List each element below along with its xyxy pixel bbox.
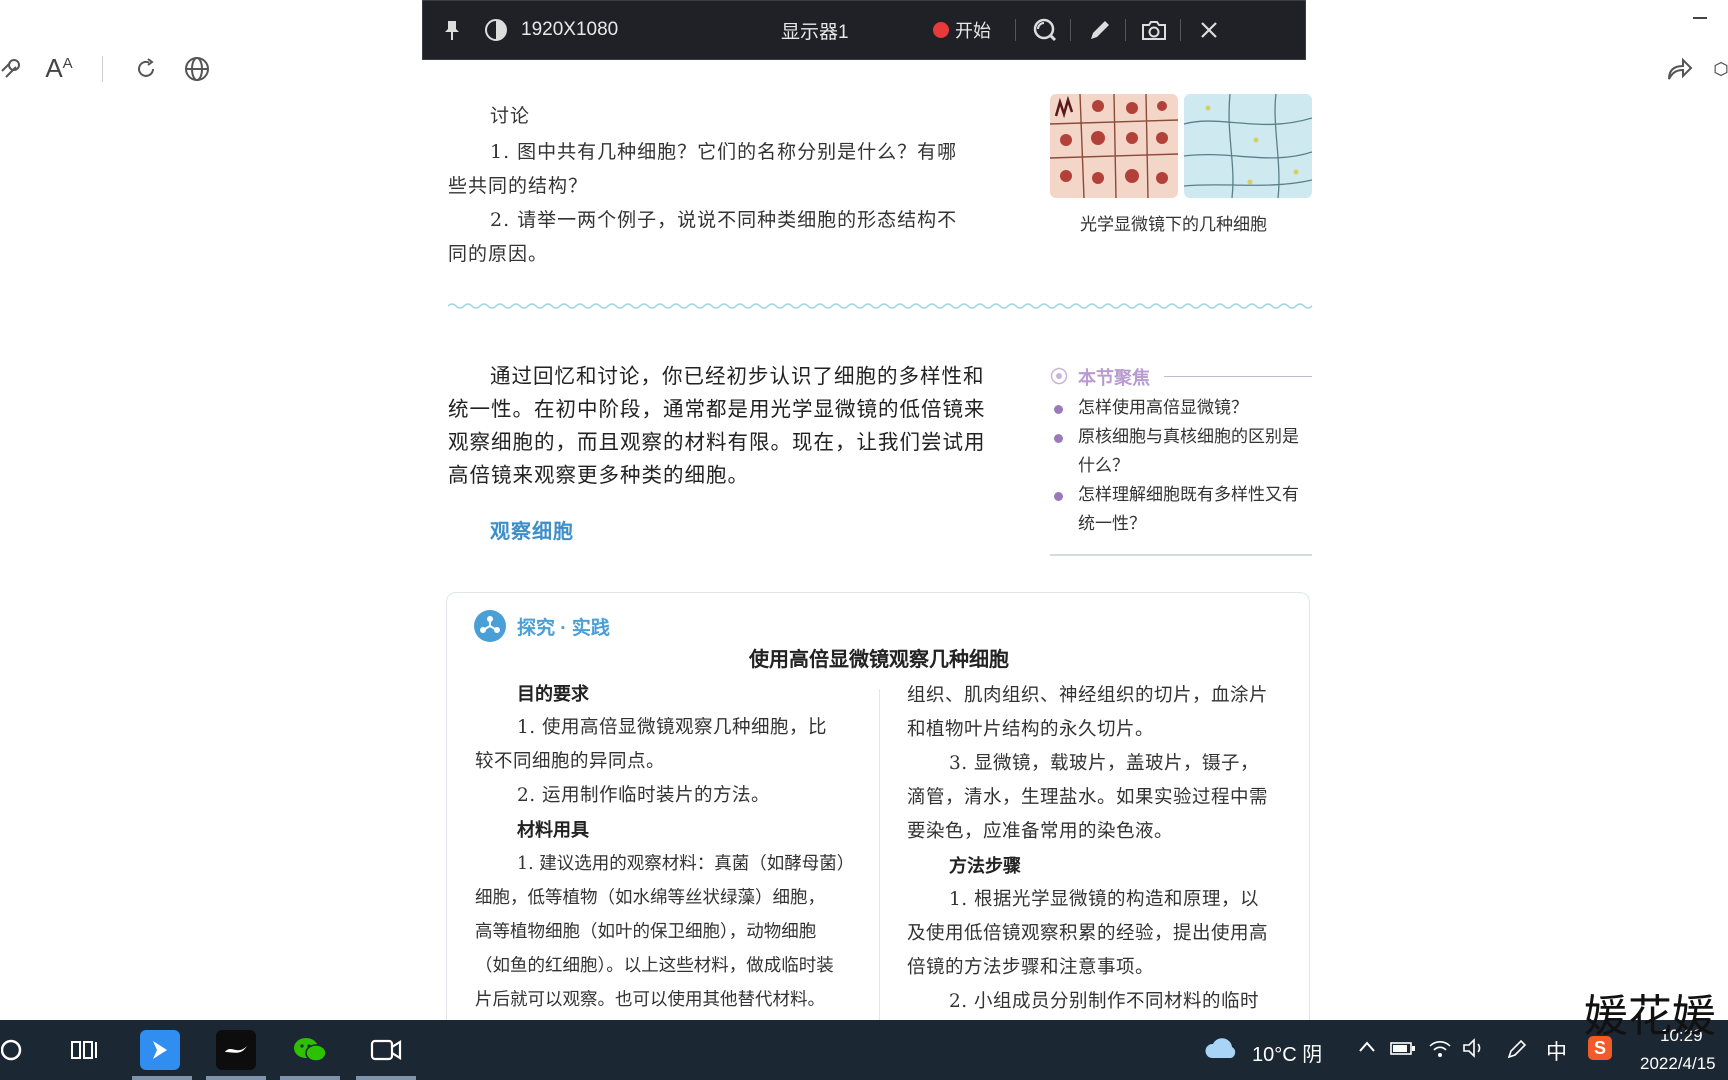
pen-input-icon[interactable] xyxy=(1506,1038,1528,1065)
materials-3-line3: 要染色，应准备常用的染色液。 xyxy=(907,821,1174,842)
toolbar-separator xyxy=(1070,19,1071,41)
refresh-icon[interactable] xyxy=(132,54,160,84)
focus-bottom-rule xyxy=(1050,554,1312,556)
wifi-icon[interactable] xyxy=(1428,1038,1452,1063)
taskbar-active-indicator xyxy=(280,1076,340,1080)
discussion-q2-line1: 2. 请举一两个例子，说说不同种类细胞的形态结构不 xyxy=(490,209,958,231)
display-selector[interactable]: 显示器1 xyxy=(781,17,931,44)
focus-bullet xyxy=(1054,492,1063,501)
toolbar-separator xyxy=(1015,19,1016,41)
capture-toolbar: 1920X1080 显示器1 开始 xyxy=(422,0,1306,60)
goal-title: 目的要求 xyxy=(517,684,589,704)
font-size-icon[interactable]: AA xyxy=(44,52,74,84)
materials-2-line2: 和植物叶片结构的永久切片。 xyxy=(907,719,1155,740)
practice-box: 探究 · 实践 使用高倍显微镜观察几种细胞 目的要求 1. 使用高倍显微镜观察几… xyxy=(446,592,1310,1032)
bird-app-icon[interactable] xyxy=(216,1030,256,1070)
pin-icon[interactable] xyxy=(441,19,463,41)
intro-line1: 通过回忆和讨论，你已经初步认识了细胞的多样性和 xyxy=(490,364,985,388)
pen-icon[interactable] xyxy=(1087,18,1113,42)
weather-cloud-icon[interactable] xyxy=(1204,1036,1238,1065)
annotate-icon[interactable] xyxy=(1032,18,1058,42)
focus-target-icon xyxy=(1050,367,1068,389)
clock-date[interactable]: 2022/4/15 xyxy=(1640,1054,1728,1074)
focus-box: 本节聚焦 怎样使用高倍显微镜？ 原核细胞与真核细胞的区别是 什么？ 怎样理解细胞… xyxy=(1050,358,1312,568)
battery-icon[interactable] xyxy=(1390,1040,1416,1061)
close-icon[interactable] xyxy=(1197,20,1221,40)
materials-3-line2: 滴管，清水，生理盐水。如果实验过程中需 xyxy=(907,787,1269,808)
method-2-line1: 2. 小组成员分别制作不同材料的临时 xyxy=(949,991,1260,1012)
materials-title: 材料用具 xyxy=(517,820,589,840)
toolbar-separator xyxy=(1125,19,1126,41)
column-divider xyxy=(879,689,880,1029)
materials-1-line3: 高等植物细胞（如叶的保卫细胞），动物细胞 xyxy=(475,922,817,942)
taskbar-active-indicator xyxy=(206,1076,266,1080)
weather-text[interactable]: 10°C 阴 xyxy=(1252,1038,1322,1067)
ime-language[interactable]: 中 xyxy=(1546,1036,1567,1066)
taskbar: 10°C 阴 中 S 10:29 2022/4/15 xyxy=(0,1020,1728,1080)
taskbar-active-indicator xyxy=(356,1076,416,1080)
record-icon[interactable] xyxy=(931,21,951,39)
practice-molecule-icon xyxy=(473,609,507,647)
materials-2-line1: 组织、肌肉组织、神经组织的切片，血涂片 xyxy=(907,685,1269,706)
textbook-page: 讨论 1. 图中共有几种细胞？它们的名称分别是什么？有哪 些共同的结构？ 2. … xyxy=(440,60,1320,1032)
wechat-app-icon[interactable] xyxy=(290,1030,330,1070)
minimize-icon[interactable] xyxy=(1690,8,1710,28)
figure-caption: 光学显微镜下的几种细胞 xyxy=(1080,215,1267,234)
section-title-observe-cells: 观察细胞 xyxy=(490,521,574,543)
taskbar-active-indicator xyxy=(132,1076,192,1080)
search-circle-icon[interactable] xyxy=(0,1034,26,1066)
discussion-q1-line2: 些共同的结构？ xyxy=(448,175,589,197)
contrast-icon[interactable] xyxy=(483,18,509,42)
share-icon[interactable] xyxy=(1664,54,1694,84)
focus-title: 本节聚焦 xyxy=(1078,368,1150,388)
focus-item-2-line1: 原核细胞与真核细胞的区别是 xyxy=(1078,427,1299,447)
method-1-line1: 1. 根据光学显微镜的构造和原理，以 xyxy=(949,889,1260,910)
discussion-q1-line1: 1. 图中共有几种细胞？它们的名称分别是什么？有哪 xyxy=(490,141,958,163)
focus-bullet xyxy=(1054,434,1063,443)
materials-1-line5: 片后就可以观察。也可以使用其他替代材料。 xyxy=(475,990,825,1010)
practice-label: 探究 · 实践 xyxy=(517,618,610,639)
task-view-icon[interactable] xyxy=(64,1030,104,1070)
globe-icon[interactable] xyxy=(182,54,212,84)
method-1-line2: 及使用低倍镜观察积累的经验，提出使用高 xyxy=(907,923,1269,944)
camera-icon[interactable] xyxy=(1140,19,1168,41)
volume-icon[interactable] xyxy=(1462,1038,1486,1063)
intro-line4: 高倍镜来观察更多种类的细胞。 xyxy=(448,463,749,487)
intro-line3: 观察细胞的，而且观察的材料有限。现在，让我们尝试用 xyxy=(448,430,986,454)
materials-1-line2: 细胞，低等植物（如水绵等丝状绿藻）细胞， xyxy=(475,888,825,908)
tray-chevron-up-icon[interactable] xyxy=(1358,1040,1376,1059)
focus-bullet xyxy=(1054,405,1063,414)
goal-2: 2. 运用制作临时装片的方法。 xyxy=(517,785,771,806)
focus-item-2-line2: 什么？ xyxy=(1078,456,1129,476)
microscope-figure xyxy=(1049,93,1313,199)
focus-title-rule xyxy=(1164,376,1312,377)
section-divider xyxy=(448,303,1313,309)
practice-title: 使用高倍显微镜观察几种细胞 xyxy=(749,649,1009,671)
link-icon[interactable] xyxy=(0,54,22,84)
video-meeting-app-icon[interactable] xyxy=(366,1030,406,1070)
toolbar-divider xyxy=(102,56,103,82)
materials-1-line4: （如鱼的红细胞）。以上这些材料，做成临时装 xyxy=(475,956,834,976)
discussion-title: 讨论 xyxy=(490,106,531,127)
method-1-line3: 倍镜的方法步骤和注意事项。 xyxy=(907,957,1155,978)
record-button-label[interactable]: 开始 xyxy=(955,17,1005,43)
toolbar-separator xyxy=(1180,19,1181,41)
materials-3-line1: 3. 显微镜，载玻片，盖玻片，镊子， xyxy=(949,753,1260,774)
goal-1-line1: 1. 使用高倍显微镜观察几种细胞，比 xyxy=(517,717,828,738)
cube-icon[interactable] xyxy=(1714,54,1728,84)
focus-item-3-line1: 怎样理解细胞既有多样性又有 xyxy=(1078,485,1299,505)
materials-1-line1: 1. 建议选用的观察材料：真菌（如酵母菌） xyxy=(517,854,855,874)
resolution-label: 1920X1080 xyxy=(521,19,619,40)
intro-line2: 统一性。在初中阶段，通常都是用光学显微镜的低倍镜来 xyxy=(448,397,986,421)
focus-item-1: 怎样使用高倍显微镜？ xyxy=(1078,398,1248,418)
goal-1-line2: 较不同细胞的异同点。 xyxy=(475,751,666,772)
method-title: 方法步骤 xyxy=(949,856,1021,876)
discussion-q2-line2: 同的原因。 xyxy=(448,243,549,265)
focus-item-3-line2: 统一性？ xyxy=(1078,514,1146,534)
watermark-text: 媛花媛 xyxy=(1584,991,1716,1042)
feishu-app-icon[interactable] xyxy=(140,1030,180,1070)
